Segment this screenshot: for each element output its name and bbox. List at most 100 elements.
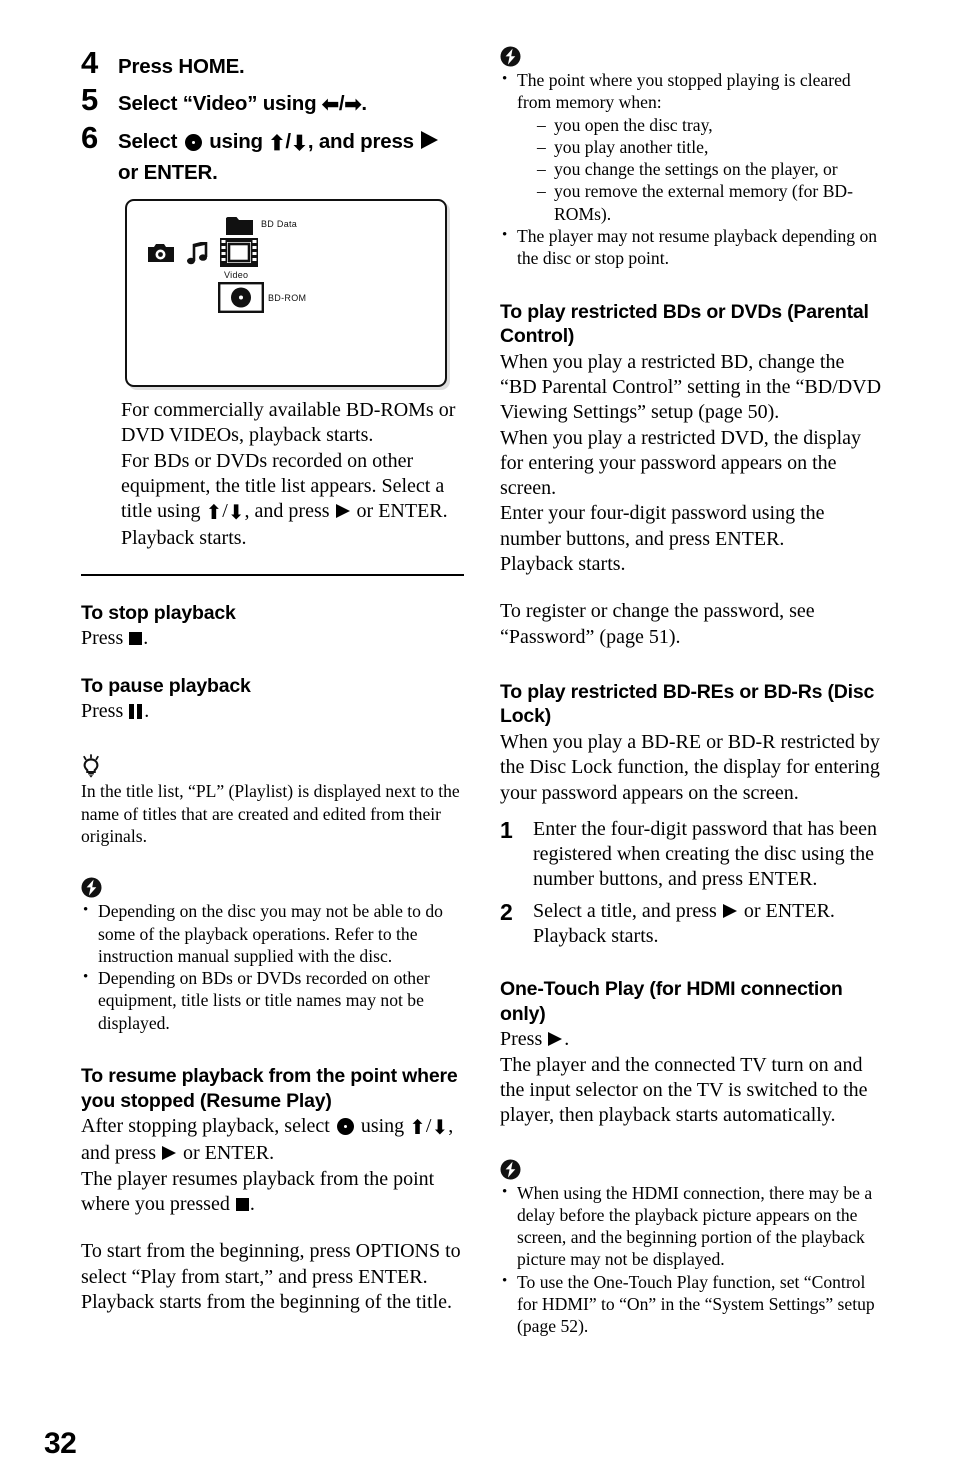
- right-column: The point where you stopped playing is c…: [500, 46, 883, 1338]
- page-number: 32: [44, 1427, 77, 1460]
- note-lightning-icon: [81, 877, 464, 898]
- arrow-left-icon: ⬅: [321, 93, 339, 116]
- step-6-label-c: , and press: [307, 130, 420, 153]
- disc-lock-paragraph-1: When you play a BD-RE or BD-R restricted…: [500, 730, 880, 804]
- camera-icon: [148, 244, 174, 262]
- disc-dot-icon: [336, 1118, 354, 1136]
- heading-disc-lock: To play restricted BD-REs or BD-Rs (Disc…: [500, 680, 875, 728]
- resume-paragraph-1: After stopping playback, select using ⬆/…: [81, 1115, 454, 1165]
- procedure-steps: 4 Press HOME. 5 Select “Video” using ⬅/➡…: [81, 46, 464, 187]
- left-column: 4 Press HOME. 5 Select “Video” using ⬅/➡…: [81, 46, 464, 1315]
- step-6-label-d: or ENTER.: [118, 161, 218, 184]
- disc-lock-step-2-text: Select a title, and press or ENTER. Playb…: [533, 899, 835, 950]
- list-item: When using the HDMI connection, there ma…: [500, 1180, 883, 1271]
- right-top-note-bullet-list: The point where you stopped playing is c…: [500, 68, 883, 270]
- folder-icon: [226, 217, 253, 235]
- heading-resume-play: To resume playback from the point where …: [81, 1065, 458, 1112]
- intro-paragraph-2c: or ENTER.: [351, 500, 448, 523]
- step-4: 4 Press HOME.: [81, 46, 464, 81]
- note-lightning-icon: [500, 46, 883, 67]
- play-triangle-icon: [161, 1146, 176, 1161]
- resume-text-b: using: [355, 1115, 410, 1138]
- parental-paragraph-3: Enter your four-digit password using the…: [500, 502, 825, 550]
- home-menu-screen-illustration: BD Data Video BD-ROM: [125, 199, 447, 387]
- resume-paragraph-2: The player resumes playback from the poi…: [81, 1167, 464, 1218]
- screen-label-video: Video: [224, 270, 249, 280]
- pause-press-suffix: .: [144, 700, 150, 723]
- intro-paragraph-3: Playback starts.: [121, 527, 247, 550]
- play-triangle-icon: [335, 504, 350, 519]
- note-lightning-icon: [500, 1159, 883, 1180]
- list-item: you change the settings on the player, o…: [537, 158, 883, 181]
- intro-paragraph-1: For commercially available BD-ROMs or DV…: [121, 399, 456, 447]
- arrow-down-icon: ⬇: [431, 1117, 449, 1140]
- one-touch-press-prefix: Press: [500, 1028, 548, 1051]
- parental-paragraph-4: Playback starts.: [500, 553, 626, 576]
- disc-lock-step-1: 1 Enter the four-digit password that has…: [500, 817, 883, 893]
- arrow-up-icon: ⬆: [268, 132, 286, 155]
- step-5: 5 Select “Video” using ⬅/➡.: [81, 83, 464, 119]
- parental-paragraph-5: To register or change the password, see …: [500, 600, 815, 648]
- step-6-label-b: using: [203, 130, 269, 153]
- resume-text-f: .: [249, 1192, 255, 1215]
- play-triangle-icon: [722, 903, 737, 918]
- step-4-number: 4: [81, 45, 98, 80]
- list-item: Depending on BDs or DVDs recorded on oth…: [81, 966, 464, 1034]
- tip-lightbulb-icon: [81, 754, 464, 778]
- manual-page: 4 Press HOME. 5 Select “Video” using ⬅/➡…: [0, 0, 954, 1483]
- disc-lock-step-1-text: Enter the four-digit password that has b…: [533, 817, 877, 891]
- intro-paragraph-2: For BDs or DVDs recorded on other equipm…: [121, 449, 464, 527]
- step-4-label: Press HOME.: [118, 55, 245, 78]
- heading-to-stop-playback: To stop playback: [81, 601, 236, 624]
- one-touch-press-suffix: .: [564, 1028, 570, 1051]
- stop-playback-instruction: Press .: [81, 626, 464, 651]
- list-item: The player may not resume playback depen…: [500, 224, 883, 270]
- arrow-right-icon: ➡: [344, 93, 362, 116]
- disc-lock-step-1-number: 1: [500, 816, 513, 843]
- disc-icon: [218, 282, 264, 313]
- disc-dot-icon: [184, 134, 202, 151]
- resume-text-d: or ENTER.: [177, 1142, 275, 1165]
- one-touch-press-line: Press .: [500, 1027, 883, 1052]
- step-5-label: Select “Video” using: [118, 92, 322, 115]
- resume-paragraph-3: To start from the beginning, press OPTIO…: [81, 1240, 461, 1313]
- list-item: The point where you stopped playing is c…: [500, 68, 883, 225]
- screen-label-bd-data: BD Data: [261, 219, 298, 229]
- step-6-label-a: Select: [118, 130, 183, 153]
- disc-lock-step-2-number: 2: [500, 898, 513, 925]
- heading-parental-control: To play restricted BDs or DVDs (Parental…: [500, 300, 869, 348]
- parental-paragraph-1: When you play a restricted BD, change th…: [500, 350, 882, 424]
- screen-label-bd-rom: BD-ROM: [268, 293, 307, 303]
- tip-body-text: In the title list, “PL” (Playlist) is di…: [81, 781, 460, 846]
- step-5-text: Select “Video” using ⬅/➡.: [118, 83, 367, 119]
- film-strip-icon: [220, 238, 258, 267]
- intro-paragraph-2b: , and press: [244, 500, 335, 523]
- heading-to-pause-playback: To pause playback: [81, 674, 251, 697]
- one-touch-paragraph-1: The player and the connected TV turn on …: [500, 1053, 868, 1127]
- heading-one-touch-play: One-Touch Play (for HDMI connection only…: [500, 978, 843, 1025]
- step-6-number: 6: [81, 120, 98, 155]
- list-item: you open the disc tray,: [537, 114, 883, 137]
- intro-paragraphs: For commercially available BD-ROMs or DV…: [121, 398, 464, 552]
- step-6-text: Select using ⬆/⬇, and press or ENTER.: [118, 121, 464, 187]
- resume-text-e: The player resumes playback from the poi…: [81, 1167, 435, 1215]
- disc-lock-step-2-a: Select a title, and press: [533, 899, 722, 922]
- note-bullet-lead: The point where you stopped playing is c…: [517, 70, 851, 113]
- left-note-bullet-list: Depending on the disc you may not be abl…: [81, 899, 464, 1034]
- resume-text-a: After stopping playback, select: [81, 1115, 335, 1138]
- list-item: you play another title,: [537, 136, 883, 159]
- play-triangle-icon: [421, 131, 439, 149]
- pause-playback-instruction: Press .: [81, 699, 464, 724]
- parental-paragraph-2: When you play a restricted DVD, the disp…: [500, 426, 862, 500]
